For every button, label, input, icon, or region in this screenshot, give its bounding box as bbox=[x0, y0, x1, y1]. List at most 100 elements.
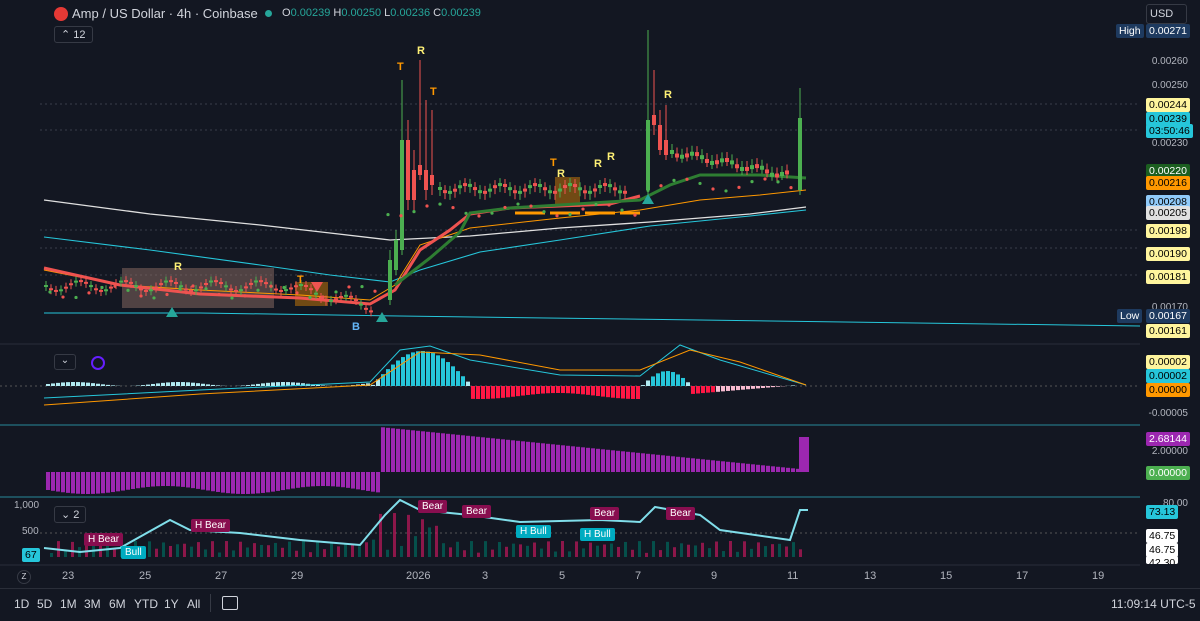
buy-arrow-icon bbox=[166, 307, 178, 317]
pane-collapse-button[interactable]: ⌄ bbox=[54, 354, 76, 370]
macd-bar bbox=[536, 386, 540, 394]
currency-select[interactable]: USD bbox=[1146, 4, 1187, 24]
macd-bar bbox=[171, 382, 175, 386]
macd-bar bbox=[541, 386, 545, 394]
signal-dot bbox=[607, 203, 611, 207]
hist-bar bbox=[131, 472, 135, 489]
hist-bar bbox=[786, 467, 790, 472]
hist-bar bbox=[356, 472, 360, 490]
symbol-title[interactable]: Amp / US Dollar · 4h · Coinbase bbox=[72, 6, 258, 21]
macd-bar bbox=[746, 386, 750, 390]
candle-body bbox=[573, 184, 577, 188]
hist-bar bbox=[741, 463, 745, 472]
hist-bar bbox=[406, 429, 410, 472]
macd-bar bbox=[561, 386, 565, 394]
candle-body bbox=[755, 164, 759, 169]
signal-marker-t: T bbox=[430, 86, 437, 98]
candle-body bbox=[548, 190, 552, 194]
macd-bar bbox=[201, 383, 205, 386]
macd-bar bbox=[511, 386, 515, 397]
macd-bar bbox=[266, 382, 270, 386]
range-5d-button[interactable]: 5D bbox=[37, 597, 52, 611]
macd-bar bbox=[461, 376, 465, 386]
timezone-icon[interactable]: Z bbox=[17, 570, 31, 584]
hist-bar bbox=[386, 427, 390, 472]
hist-bar bbox=[246, 472, 250, 494]
signal-marker-r: R bbox=[174, 261, 182, 273]
volume-bar bbox=[365, 542, 368, 557]
candle-body bbox=[478, 190, 482, 194]
candle-body bbox=[204, 283, 208, 286]
hist-bar bbox=[536, 442, 540, 472]
range-ytd-button[interactable]: YTD bbox=[134, 597, 158, 611]
volume-bar bbox=[204, 549, 207, 557]
candle-body bbox=[274, 288, 278, 291]
time-tick: 9 bbox=[711, 570, 718, 582]
ohlc-readout: O0.00239 H0.00250 L0.00236 C0.00239 bbox=[282, 7, 481, 19]
volume-bar bbox=[71, 541, 74, 557]
macd-bar bbox=[651, 376, 655, 386]
osc-indicator-toggle[interactable]: ⌄ 2 bbox=[54, 506, 87, 523]
candle-body bbox=[523, 188, 527, 192]
macd-bar bbox=[701, 386, 705, 394]
volume-bar bbox=[337, 546, 340, 557]
signal-marker-r: R bbox=[607, 151, 615, 163]
candle-body bbox=[613, 187, 617, 191]
macd-bar bbox=[596, 386, 600, 397]
candle-body bbox=[685, 153, 689, 158]
hist-bar bbox=[86, 472, 90, 494]
clock-readout[interactable]: 11:09:14 UTC-5 bbox=[1111, 597, 1196, 611]
candle-body bbox=[44, 285, 48, 287]
candle-body bbox=[578, 187, 582, 191]
range-1y-button[interactable]: 1Y bbox=[164, 597, 179, 611]
hist-bar bbox=[336, 472, 340, 487]
candle-body bbox=[109, 286, 113, 289]
hist-bar bbox=[306, 472, 310, 487]
candle-body bbox=[448, 190, 452, 194]
macd-bar bbox=[51, 383, 55, 386]
hist-bar bbox=[136, 472, 140, 489]
price-badge: 0.00161 bbox=[1146, 324, 1190, 338]
candle-body bbox=[224, 285, 228, 288]
time-tick: 7 bbox=[635, 570, 642, 582]
hist-bar bbox=[596, 448, 600, 472]
hist-bar bbox=[351, 472, 355, 489]
candle-body bbox=[344, 294, 348, 297]
range-1m-button[interactable]: 1M bbox=[60, 597, 77, 611]
signal-dot bbox=[672, 178, 676, 182]
signal-dot bbox=[737, 185, 741, 189]
hist-value-badge: 2.68144 bbox=[1146, 432, 1190, 446]
signal-dot bbox=[412, 210, 416, 214]
indicator-toggle-button[interactable]: ⌃ 12 bbox=[54, 26, 93, 43]
volume-bar bbox=[729, 541, 732, 557]
macd-bar bbox=[616, 386, 620, 399]
hist-bar bbox=[301, 472, 305, 488]
signal-badge: Bear bbox=[590, 507, 620, 520]
volume-bar bbox=[785, 546, 788, 557]
macd-bar bbox=[476, 386, 480, 399]
volume-bar bbox=[295, 550, 298, 557]
candle-body bbox=[463, 183, 467, 187]
macd-bar bbox=[276, 382, 280, 386]
hist-bar bbox=[486, 437, 490, 472]
macd-bar bbox=[106, 384, 110, 386]
candle-body bbox=[154, 286, 158, 289]
candle-body bbox=[690, 151, 694, 156]
hist-bar bbox=[56, 472, 60, 492]
volume-bar bbox=[50, 553, 53, 557]
range-3m-button[interactable]: 3M bbox=[84, 597, 101, 611]
volume-bar bbox=[274, 542, 277, 557]
candle-body bbox=[334, 298, 338, 301]
date-range-icon[interactable] bbox=[222, 596, 238, 610]
hist-bar bbox=[141, 472, 145, 488]
candle-body bbox=[244, 286, 248, 289]
range-6m-button[interactable]: 6M bbox=[109, 597, 126, 611]
range-1d-button[interactable]: 1D bbox=[14, 597, 29, 611]
macd-bar bbox=[471, 386, 475, 399]
refresh-icon[interactable] bbox=[91, 356, 105, 370]
hist-bar bbox=[361, 472, 365, 491]
candle-body bbox=[229, 288, 233, 291]
hist-bar bbox=[581, 447, 585, 472]
range-all-button[interactable]: All bbox=[187, 597, 200, 611]
volume-bar bbox=[554, 551, 557, 557]
